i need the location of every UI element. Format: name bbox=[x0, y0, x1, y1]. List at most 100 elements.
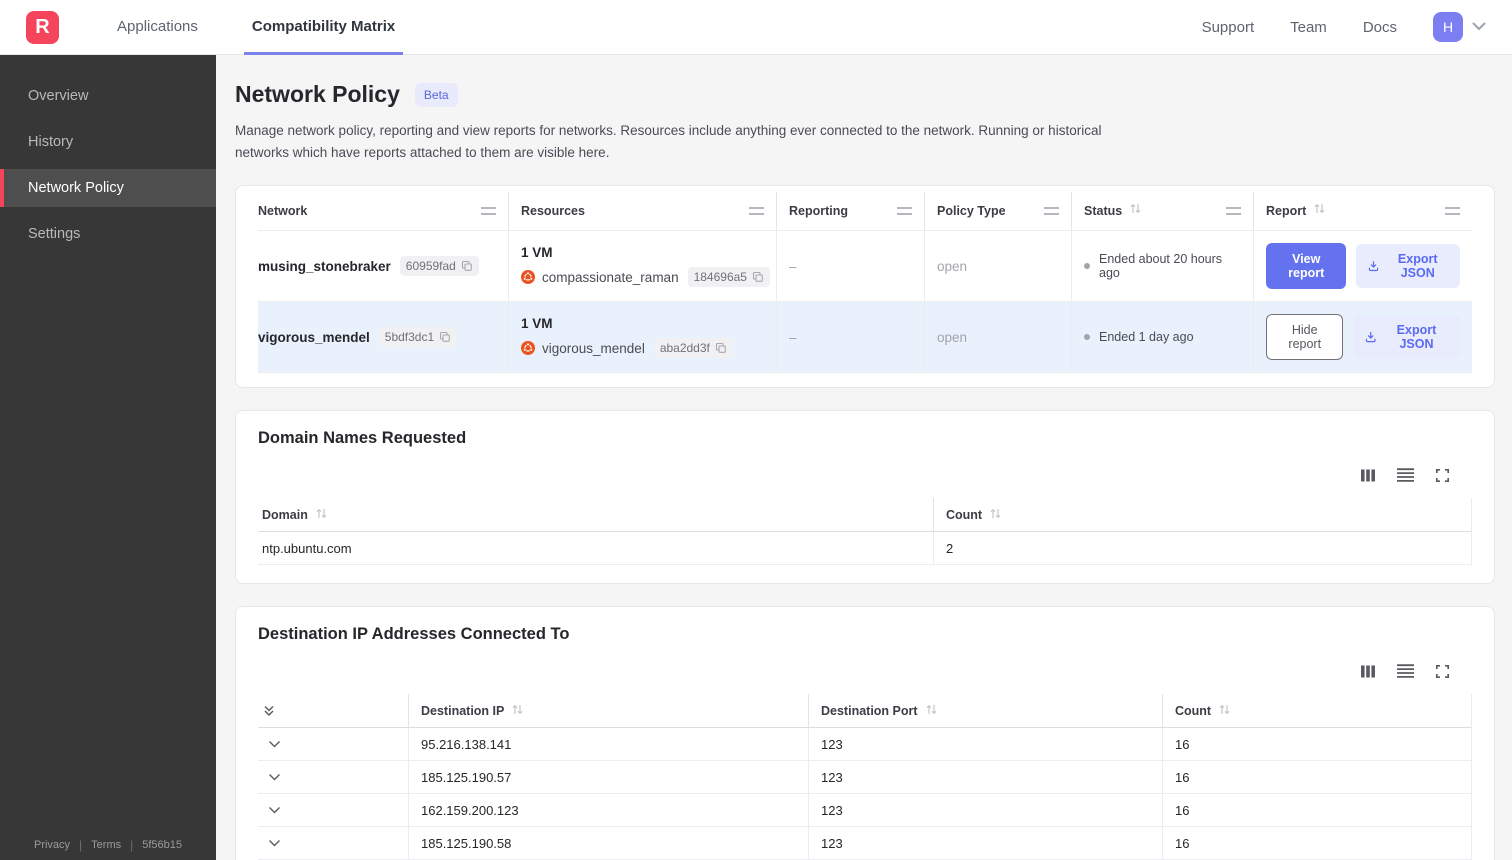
fullscreen-button[interactable] bbox=[1435, 468, 1450, 483]
column-resize-handle[interactable] bbox=[1445, 207, 1460, 216]
export-json-button[interactable]: Export JSON bbox=[1353, 315, 1460, 360]
destination-row: 185.125.190.58 123 16 bbox=[258, 827, 1471, 860]
sort-icon[interactable] bbox=[1218, 703, 1231, 719]
network-row: musing_stonebraker 60959fad 1 VM compass… bbox=[258, 230, 1472, 302]
destination-row: 162.159.200.123 123 16 bbox=[258, 794, 1471, 828]
user-menu[interactable]: H bbox=[1433, 12, 1486, 42]
column-header-status[interactable]: Status bbox=[1071, 192, 1253, 231]
columns-icon bbox=[1361, 665, 1375, 678]
avatar: H bbox=[1433, 12, 1463, 42]
chevron-down-icon bbox=[269, 773, 280, 781]
status-dot bbox=[1084, 334, 1090, 341]
ubuntu-icon bbox=[521, 270, 535, 285]
domains-table-header: Domain Count bbox=[258, 498, 1471, 533]
copy-icon bbox=[440, 332, 451, 343]
column-resize-handle[interactable] bbox=[897, 207, 912, 216]
columns-icon bbox=[1361, 469, 1375, 482]
column-header-network[interactable]: Network bbox=[258, 192, 508, 230]
column-resize-handle[interactable] bbox=[1226, 207, 1241, 216]
status-cell: Ended 1 day ago bbox=[1071, 302, 1253, 373]
columns-toggle-button[interactable] bbox=[1360, 664, 1376, 679]
sort-icon[interactable] bbox=[1313, 202, 1326, 220]
networks-table-header: Network Resources Reporting Policy Type … bbox=[258, 192, 1472, 231]
double-chevron-down-icon bbox=[264, 705, 274, 716]
sidebar-footer: Privacy | Terms | 5f56b15 bbox=[0, 838, 216, 852]
sort-icon[interactable] bbox=[925, 703, 938, 719]
domains-card-title: Domain Names Requested bbox=[258, 429, 467, 448]
copy-hash-button[interactable]: 184696a5 bbox=[687, 267, 770, 288]
expand-row-button[interactable] bbox=[258, 761, 408, 793]
build-version: 5f56b15 bbox=[142, 839, 183, 851]
sidebar-item-history[interactable]: History bbox=[0, 123, 216, 161]
download-icon bbox=[1369, 261, 1379, 272]
view-report-button[interactable]: View report bbox=[1266, 243, 1347, 290]
density-button[interactable] bbox=[1397, 468, 1414, 482]
column-header-policy-type[interactable]: Policy Type bbox=[924, 192, 1071, 231]
sidebar-item-settings[interactable]: Settings bbox=[0, 215, 216, 253]
column-header-reporting[interactable]: Reporting bbox=[776, 192, 924, 231]
domain-row: ntp.ubuntu.com 2 bbox=[258, 532, 1471, 566]
policy-type-cell: open bbox=[924, 302, 1071, 373]
sidebar-item-overview[interactable]: Overview bbox=[0, 77, 216, 115]
sidebar-item-network-policy[interactable]: Network Policy bbox=[0, 169, 216, 207]
rows-icon bbox=[1397, 468, 1414, 482]
expand-row-button[interactable] bbox=[258, 728, 408, 760]
column-resize-handle[interactable] bbox=[481, 207, 496, 216]
expand-row-button[interactable] bbox=[258, 794, 408, 826]
column-header-destination-port[interactable]: Destination Port bbox=[808, 694, 1162, 728]
sort-icon[interactable] bbox=[511, 703, 524, 719]
column-resize-handle[interactable] bbox=[749, 207, 764, 216]
destination-port-cell: 123 bbox=[808, 728, 1162, 761]
count-cell: 16 bbox=[1162, 827, 1471, 860]
copy-icon bbox=[461, 261, 472, 272]
destinations-table-header: Destination IP Destination Port Count bbox=[258, 694, 1471, 729]
expand-all-button[interactable] bbox=[258, 694, 408, 727]
copy-hash-button[interactable]: aba2dd3f bbox=[653, 338, 733, 359]
terms-link[interactable]: Terms bbox=[91, 839, 121, 851]
copy-icon bbox=[715, 343, 726, 354]
column-header-destination-ip[interactable]: Destination IP bbox=[408, 694, 808, 728]
chevron-down-icon bbox=[269, 740, 280, 748]
column-resize-handle[interactable] bbox=[1044, 207, 1059, 216]
hide-report-button[interactable]: Hide report bbox=[1266, 314, 1344, 361]
app-logo[interactable]: R bbox=[26, 10, 59, 44]
fullscreen-button[interactable] bbox=[1435, 664, 1450, 679]
column-header-count[interactable]: Count bbox=[1162, 694, 1471, 728]
column-header-count[interactable]: Count bbox=[933, 498, 1471, 532]
sidebar: Overview History Network Policy Settings… bbox=[0, 55, 216, 860]
destinations-card: Destination IP Addresses Connected To De… bbox=[235, 606, 1495, 860]
density-button[interactable] bbox=[1397, 664, 1414, 678]
nav-link-docs[interactable]: Docs bbox=[1363, 19, 1397, 36]
report-cell: View report Export JSON bbox=[1253, 231, 1472, 302]
fullscreen-icon bbox=[1435, 664, 1450, 678]
count-cell: 2 bbox=[933, 532, 1471, 565]
column-header-report[interactable]: Report bbox=[1253, 192, 1472, 231]
privacy-link[interactable]: Privacy bbox=[34, 839, 70, 851]
destination-row: 185.125.190.57 123 16 bbox=[258, 761, 1471, 795]
count-cell: 16 bbox=[1162, 728, 1471, 761]
resources-cell: 1 VM vigorous_mendel aba2dd3f bbox=[508, 302, 776, 373]
columns-toggle-button[interactable] bbox=[1360, 468, 1376, 483]
tab-compatibility-matrix[interactable]: Compatibility Matrix bbox=[243, 0, 404, 55]
copy-hash-button[interactable]: 60959fad bbox=[399, 256, 479, 277]
sort-icon[interactable] bbox=[989, 507, 1002, 523]
table-toolbar bbox=[258, 660, 1472, 682]
nav-link-team[interactable]: Team bbox=[1290, 19, 1327, 36]
destination-ip-cell: 185.125.190.57 bbox=[408, 761, 808, 794]
export-json-button[interactable]: Export JSON bbox=[1356, 244, 1460, 289]
domains-table: Domain Count ntp.ubuntu.com 2 bbox=[258, 498, 1472, 566]
sort-icon[interactable] bbox=[1129, 202, 1142, 220]
status-dot bbox=[1084, 263, 1090, 270]
destination-port-cell: 123 bbox=[808, 827, 1162, 860]
nav-link-support[interactable]: Support bbox=[1202, 19, 1255, 36]
destination-ip-cell: 162.159.200.123 bbox=[408, 794, 808, 827]
tab-applications[interactable]: Applications bbox=[109, 0, 206, 55]
column-header-domain[interactable]: Domain bbox=[258, 498, 933, 531]
page-title: Network Policy bbox=[235, 81, 400, 107]
copy-hash-button[interactable]: 5bdf3dc1 bbox=[378, 327, 458, 348]
resources-cell: 1 VM compassionate_raman 184696a5 bbox=[508, 231, 776, 302]
count-cell: 16 bbox=[1162, 794, 1471, 827]
column-header-resources[interactable]: Resources bbox=[508, 192, 776, 231]
expand-row-button[interactable] bbox=[258, 827, 408, 859]
sort-icon[interactable] bbox=[315, 507, 328, 523]
